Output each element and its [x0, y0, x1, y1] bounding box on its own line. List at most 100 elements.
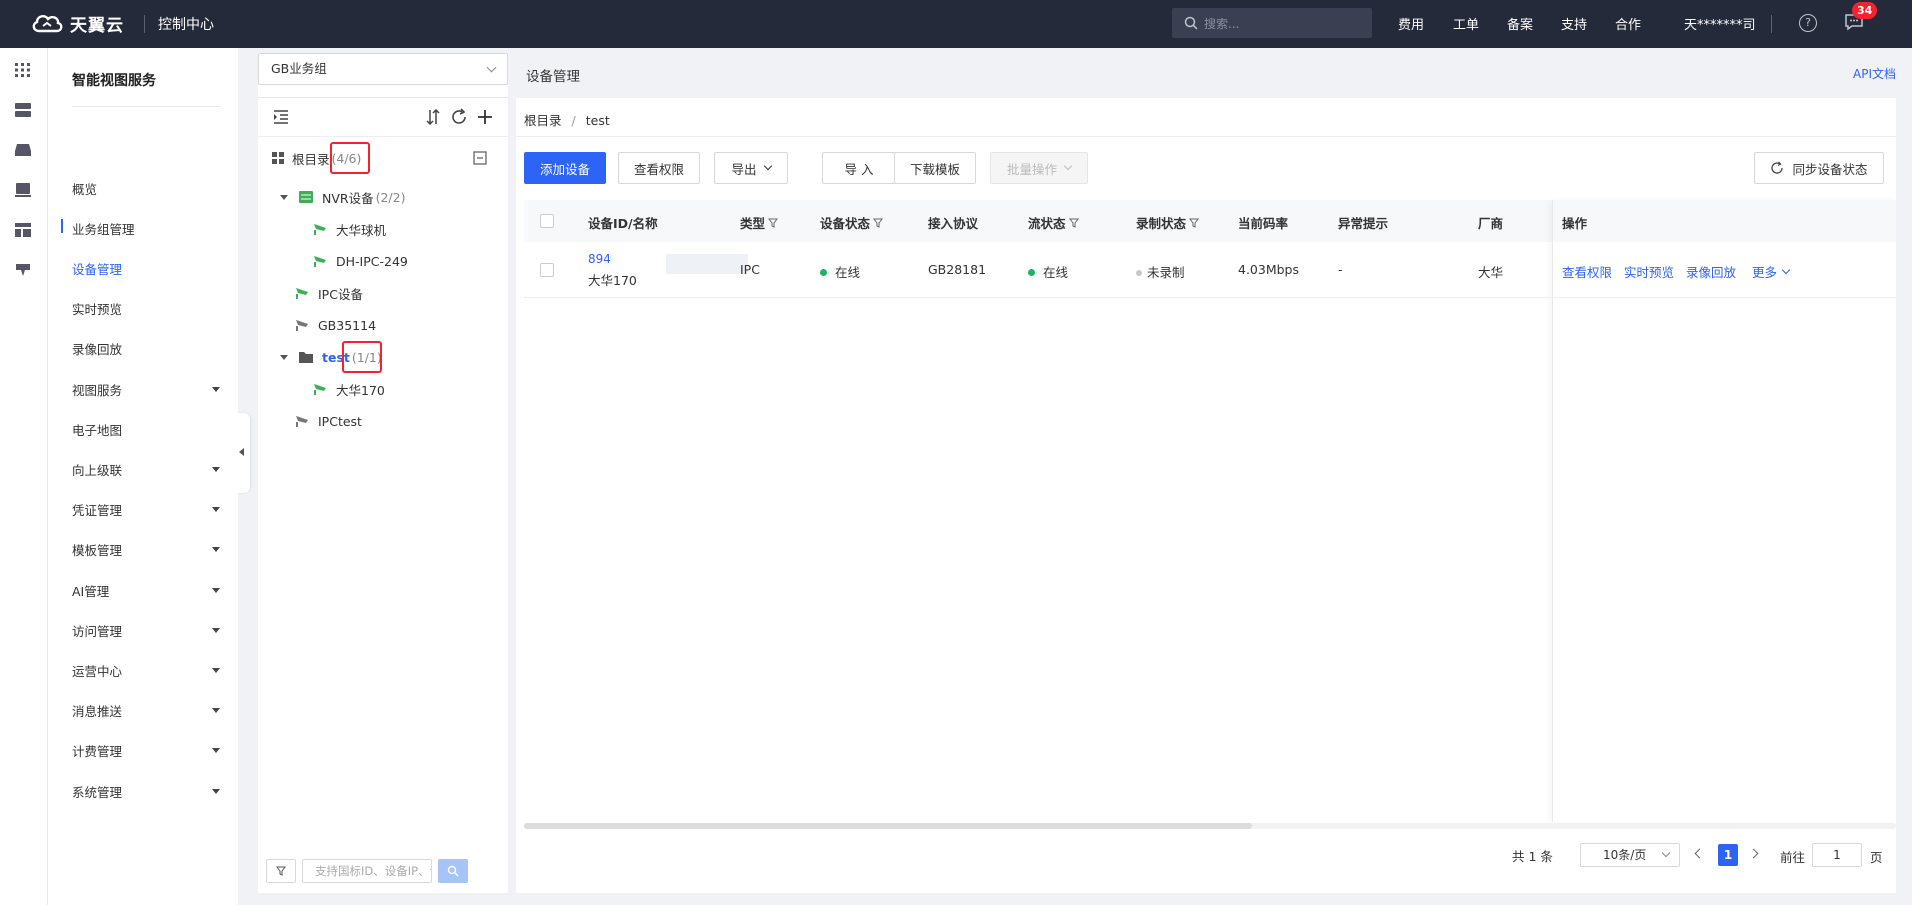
- sidebar-item[interactable]: 录像回放: [72, 339, 222, 359]
- button-label: 下载模板: [909, 161, 960, 177]
- select-all-checkbox[interactable]: [540, 214, 554, 228]
- tree-search-input[interactable]: 支持国标ID、设备IP、设备名称: [302, 859, 432, 883]
- collapse-all-icon[interactable]: [472, 150, 488, 166]
- status-dot: [1136, 270, 1142, 276]
- batch-operation-button[interactable]: 批量操作: [990, 152, 1088, 184]
- sidebar-item-label: 计费管理: [72, 744, 123, 760]
- sidebar-item[interactable]: 模板管理: [72, 540, 222, 560]
- sidebar-item[interactable]: 运营中心: [72, 660, 222, 680]
- help-icon[interactable]: ?: [1799, 14, 1817, 32]
- sidebar-item-label: 系统管理: [72, 784, 123, 800]
- sidebar-item[interactable]: 消息推送: [72, 701, 222, 721]
- tree-node-nvr[interactable]: NVR设备 (2/2): [280, 187, 405, 207]
- sidebar-item-label: 凭证管理: [72, 503, 123, 519]
- filter-icon[interactable]: [1189, 218, 1200, 228]
- divider: [72, 106, 220, 107]
- goto-page-input[interactable]: 1: [1812, 843, 1862, 867]
- next-page-button[interactable]: [1748, 848, 1759, 859]
- global-search-input[interactable]: 搜索...: [1172, 8, 1372, 38]
- sidebar-item[interactable]: 实时预览: [72, 299, 222, 319]
- refresh-icon[interactable]: [450, 108, 468, 126]
- sidebar-item-label: 向上级联: [72, 462, 123, 478]
- page-size-select[interactable]: 10条/页: [1580, 843, 1680, 867]
- filter-button[interactable]: [266, 859, 296, 883]
- op-playback[interactable]: 录像回放: [1686, 262, 1736, 281]
- horizontal-scrollbar[interactable]: [524, 823, 1896, 829]
- add-icon[interactable]: [476, 108, 494, 126]
- nav-filing[interactable]: 备案: [1507, 14, 1533, 33]
- storage-icon[interactable]: [14, 142, 32, 158]
- page-number-current[interactable]: 1: [1718, 844, 1738, 866]
- brand-logo[interactable]: 天翼云: [30, 10, 124, 36]
- sync-device-status-button[interactable]: 同步设备状态: [1754, 152, 1884, 184]
- filter-icon[interactable]: [1068, 218, 1079, 228]
- tree-search-button[interactable]: [438, 859, 468, 883]
- breadcrumb-root[interactable]: 根目录: [524, 113, 562, 128]
- breadcrumb-separator: /: [571, 113, 576, 128]
- apps-grid-icon[interactable]: [14, 62, 32, 78]
- icon-rail: [0, 48, 48, 905]
- column-header: 厂商: [1478, 213, 1503, 232]
- sidebar-item[interactable]: AI管理: [72, 580, 222, 600]
- prev-page-button[interactable]: [1694, 848, 1705, 859]
- column-header: 当前码率: [1238, 213, 1288, 232]
- sidebar-collapse-button[interactable]: [236, 413, 250, 493]
- device-id-link[interactable]: 894: [588, 252, 637, 266]
- column-label: 接入协议: [928, 216, 979, 231]
- caret-down-icon: [212, 748, 220, 754]
- tree-node-camera[interactable]: 大华170: [312, 379, 385, 399]
- tree-node-label: IPCtest: [318, 413, 362, 429]
- device-id-cell: 894 大华170: [588, 252, 748, 289]
- nav-partner[interactable]: 合作: [1615, 14, 1641, 33]
- import-button[interactable]: 导 入: [822, 152, 896, 184]
- sidebar-item[interactable]: 向上级联: [72, 459, 222, 479]
- search-icon: [447, 865, 459, 877]
- sort-icon[interactable]: [424, 108, 442, 126]
- console-title[interactable]: 控制中心: [158, 14, 214, 34]
- op-live-preview[interactable]: 实时预览: [1624, 262, 1674, 281]
- user-account[interactable]: 天*******司: [1684, 14, 1756, 33]
- tree-node-gb35114[interactable]: GB35114: [294, 315, 376, 335]
- tree-node-ipctest[interactable]: IPCtest: [294, 411, 362, 431]
- camera-icon[interactable]: [14, 262, 32, 278]
- layout-icon[interactable]: [14, 222, 32, 238]
- breadcrumb-current: test: [585, 113, 610, 128]
- sidebar-item[interactable]: 视图服务: [72, 379, 222, 399]
- device-table: 设备ID/名称 类型 设备状态 接入协议 流状态 录制状态 当前码率 异常提示 …: [524, 200, 1896, 822]
- tree-node-camera[interactable]: DH-IPC-249: [312, 251, 408, 271]
- op-more-dropdown[interactable]: 更多: [1752, 262, 1791, 281]
- sidebar-item-label: 业务组管理: [72, 221, 135, 237]
- sidebar-item[interactable]: 计费管理: [72, 741, 222, 761]
- filter-icon[interactable]: [873, 218, 884, 228]
- indent-icon[interactable]: [272, 108, 290, 126]
- nav-tickets[interactable]: 工单: [1453, 14, 1479, 33]
- sidebar-item[interactable]: 概览: [72, 178, 222, 198]
- view-permission-button[interactable]: 查看权限: [618, 152, 700, 184]
- monitor-icon[interactable]: [14, 182, 32, 198]
- sidebar-item[interactable]: 系统管理: [72, 781, 222, 801]
- business-group-select[interactable]: GB业务组: [258, 53, 508, 85]
- download-template-button[interactable]: 下载模板: [894, 152, 976, 184]
- op-view-permission[interactable]: 查看权限: [1562, 262, 1612, 281]
- sidebar-item[interactable]: 业务组管理: [72, 218, 222, 238]
- page-title: 设备管理: [526, 69, 580, 85]
- filter-icon[interactable]: [768, 218, 779, 228]
- scrollbar-thumb[interactable]: [524, 823, 1252, 829]
- caret-down-icon: [280, 194, 288, 200]
- nav-fees[interactable]: 费用: [1398, 14, 1424, 33]
- server-icon[interactable]: [14, 102, 32, 118]
- api-doc-link[interactable]: API文档: [1853, 65, 1896, 82]
- sidebar-item[interactable]: 访问管理: [72, 620, 222, 640]
- sidebar-item[interactable]: 设备管理: [72, 258, 222, 278]
- column-header: 流状态: [1028, 213, 1079, 232]
- sidebar-item[interactable]: 凭证管理: [72, 500, 222, 520]
- sidebar-item[interactable]: 电子地图: [72, 419, 222, 439]
- tree-node-ipc[interactable]: IPC设备: [294, 283, 363, 303]
- chevron-down-icon: [763, 161, 772, 171]
- row-checkbox[interactable]: [540, 263, 554, 277]
- camera-icon: [314, 224, 326, 235]
- add-device-button[interactable]: 添加设备: [524, 152, 606, 184]
- nav-support[interactable]: 支持: [1561, 14, 1587, 33]
- tree-node-camera[interactable]: 大华球机: [312, 219, 386, 239]
- export-button[interactable]: 导出: [714, 152, 788, 184]
